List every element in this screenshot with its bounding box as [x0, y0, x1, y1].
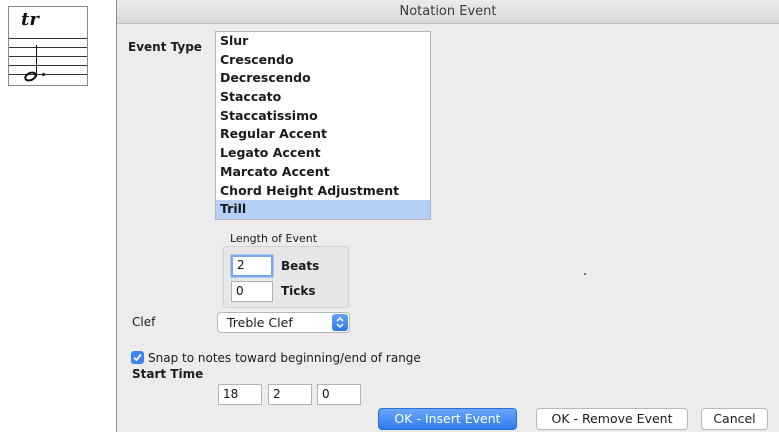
beats-input[interactable]: 2 — [231, 255, 273, 277]
event-type-list[interactable]: Slur Crescendo Decrescendo Staccato Stac… — [215, 31, 431, 220]
snap-label: Snap to notes toward beginning/end of ra… — [148, 351, 421, 365]
checkmark-icon — [133, 353, 142, 362]
ok-remove-event-button[interactable]: OK - Remove Event — [536, 408, 688, 430]
note-stem — [36, 45, 37, 77]
event-type-item-staccatissimo[interactable]: Staccatissimo — [216, 107, 430, 126]
event-type-item-crescendo[interactable]: Crescendo — [216, 51, 430, 70]
notation-event-dialog: Notation Event Event Type Slur Crescendo… — [116, 0, 779, 432]
clef-select-value: Treble Clef — [227, 315, 293, 330]
ok-insert-event-button[interactable]: OK - Insert Event — [378, 408, 517, 430]
start-time-label: Start Time — [132, 367, 204, 381]
clef-label: Clef — [132, 315, 156, 329]
snap-checkbox[interactable] — [131, 351, 144, 364]
chevron-updown-icon[interactable] — [332, 314, 348, 331]
staff-line — [9, 47, 87, 48]
staff-line — [9, 38, 87, 39]
stray-dot — [584, 273, 586, 275]
dialog-title: Notation Event — [117, 0, 779, 24]
event-type-item-decrescendo[interactable]: Decrescendo — [216, 69, 430, 88]
event-type-item-legato-accent[interactable]: Legato Accent — [216, 144, 430, 163]
notation-staff-preview: tr — [8, 6, 88, 86]
trill-ornament: tr — [21, 9, 39, 30]
beats-label: Beats — [281, 259, 320, 273]
staff-line — [9, 74, 87, 75]
staff-line — [9, 56, 87, 57]
event-type-item-regular-accent[interactable]: Regular Accent — [216, 125, 430, 144]
event-type-item-staccato[interactable]: Staccato — [216, 88, 430, 107]
staff-line — [9, 65, 87, 66]
cancel-button[interactable]: Cancel — [701, 408, 768, 430]
length-group-title: Length of Event — [230, 232, 318, 245]
ticks-label: Ticks — [281, 284, 316, 298]
clef-select[interactable]: Treble Clef — [217, 312, 350, 333]
event-type-label: Event Type — [128, 40, 202, 54]
start-time-beat-input[interactable]: 2 — [268, 384, 312, 405]
event-type-item-slur[interactable]: Slur — [216, 32, 430, 51]
start-time-bar-input[interactable]: 18 — [218, 384, 262, 405]
start-time-tick-input[interactable]: 0 — [317, 384, 361, 405]
event-type-item-marcato-accent[interactable]: Marcato Accent — [216, 163, 430, 182]
ticks-input[interactable]: 0 — [231, 281, 273, 302]
event-type-item-chord-height-adjustment[interactable]: Chord Height Adjustment — [216, 182, 430, 201]
event-type-item-trill[interactable]: Trill — [216, 200, 430, 219]
dotted-note-dot — [42, 73, 45, 76]
